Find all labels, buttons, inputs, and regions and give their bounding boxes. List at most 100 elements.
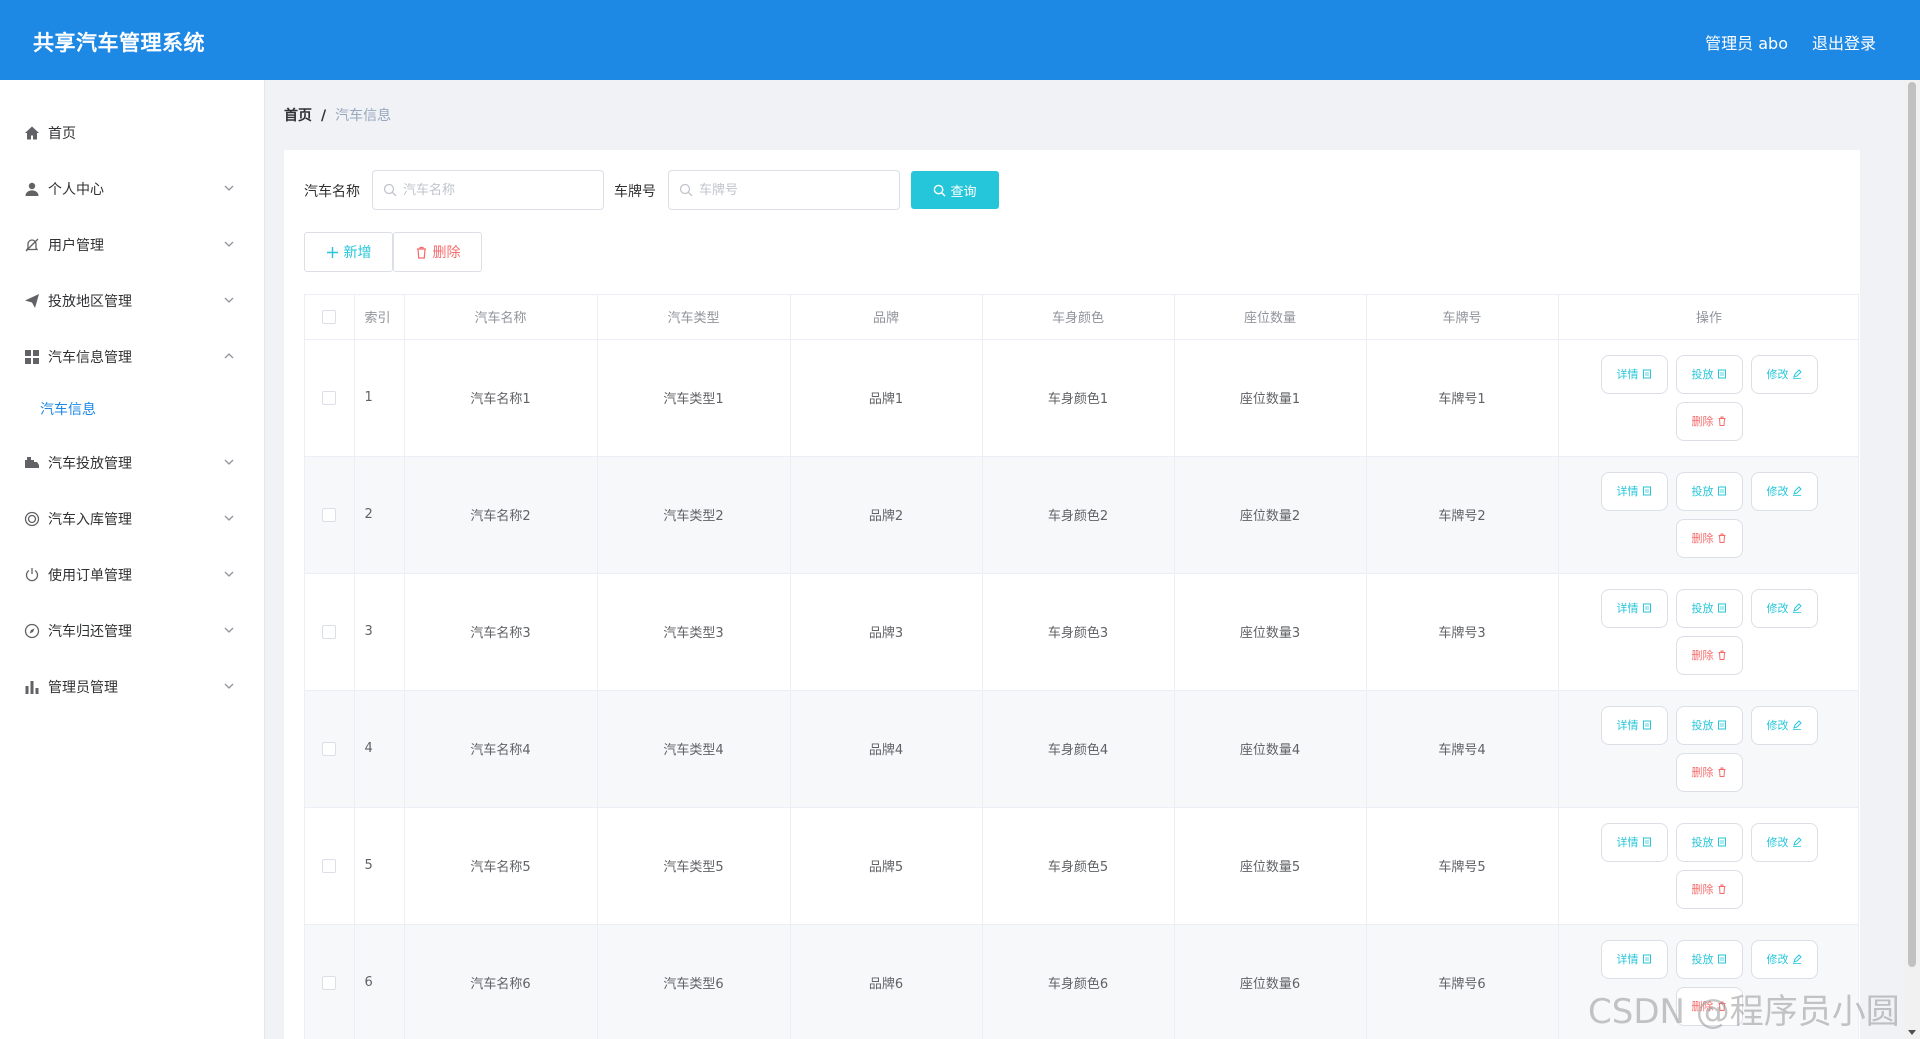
select-all-checkbox[interactable] <box>322 309 337 324</box>
sidebar-item-orders[interactable]: 使用订单管理 <box>0 550 265 600</box>
deploy-button[interactable]: 投放 <box>1675 705 1743 745</box>
document-icon <box>1642 720 1651 730</box>
cell-seats: 座位数量4 <box>1174 690 1367 808</box>
cell-seats: 座位数量6 <box>1174 924 1367 1039</box>
trash-icon <box>416 246 426 259</box>
cell-brand: 品牌1 <box>790 339 983 457</box>
chevron-down-icon <box>224 683 234 689</box>
edit-label: 修改 <box>1766 953 1789 966</box>
sidebar-item-car-storage[interactable]: 汽车入库管理 <box>0 494 265 544</box>
detail-button[interactable]: 详情 <box>1600 471 1668 511</box>
edit-button[interactable]: 修改 <box>1750 939 1818 979</box>
scroll-down-arrow[interactable] <box>1908 1030 1916 1035</box>
deploy-button[interactable]: 投放 <box>1675 939 1743 979</box>
table-row: 3 汽车名称3 汽车类型3 品牌3 车身颜色3 座位数量3 车牌号3 详情 投放 修改 删除 <box>305 573 1858 691</box>
sidebar-item-profile[interactable]: 个人中心 <box>0 164 265 214</box>
detail-button[interactable]: 详情 <box>1600 939 1668 979</box>
row-index: 5 <box>354 807 405 925</box>
sidebar-item-label: 用户管理 <box>48 238 104 254</box>
sidebar-item-regions[interactable]: 投放地区管理 <box>0 276 265 326</box>
detail-button[interactable]: 详情 <box>1600 588 1668 628</box>
sidebar-item-car-info-mgmt[interactable]: 汽车信息管理 <box>0 332 265 382</box>
car-info-table: 索引 汽车名称 汽车类型 品牌 车身颜色 座位数量 车牌号 操作 1 汽车名称1 汽… <box>304 294 1859 1039</box>
plate-input[interactable] <box>668 170 900 210</box>
edit-icon <box>1792 954 1802 964</box>
document-icon <box>1717 603 1726 613</box>
column-header: 汽车名称 <box>404 295 598 340</box>
detail-button[interactable]: 详情 <box>1600 705 1668 745</box>
row-delete-button[interactable]: 删除 <box>1675 869 1743 909</box>
batch-delete-button[interactable]: 删除 <box>393 232 482 272</box>
query-button[interactable]: 查询 <box>911 171 999 209</box>
row-delete-button[interactable]: 删除 <box>1675 401 1743 441</box>
cell-seats: 座位数量2 <box>1174 456 1367 574</box>
row-checkbox[interactable] <box>322 390 337 405</box>
deploy-label: 投放 <box>1691 953 1714 966</box>
cell-color: 车身颜色4 <box>982 690 1175 808</box>
deploy-label: 投放 <box>1691 602 1714 615</box>
row-index: 6 <box>354 924 405 1039</box>
edit-button[interactable]: 修改 <box>1750 471 1818 511</box>
deploy-button[interactable]: 投放 <box>1675 471 1743 511</box>
deploy-label: 投放 <box>1691 719 1714 732</box>
edit-icon <box>1792 720 1802 730</box>
row-delete-button[interactable]: 删除 <box>1675 752 1743 792</box>
sidebar-item-users[interactable]: 用户管理 <box>0 220 265 270</box>
home-icon <box>24 125 40 141</box>
row-actions: 详情 投放 修改 删除 <box>1558 573 1858 691</box>
row-actions: 详情 投放 修改 删除 <box>1558 456 1858 574</box>
deploy-button[interactable]: 投放 <box>1675 822 1743 862</box>
cell-name: 汽车名称6 <box>404 924 598 1039</box>
edit-label: 修改 <box>1766 836 1789 849</box>
row-checkbox[interactable] <box>322 624 337 639</box>
edit-button[interactable]: 修改 <box>1750 354 1818 394</box>
trash-icon <box>1718 416 1725 426</box>
bar-chart-icon <box>24 679 40 695</box>
deploy-button[interactable]: 投放 <box>1675 354 1743 394</box>
add-button[interactable]: 新增 <box>304 232 393 272</box>
row-delete-button[interactable]: 删除 <box>1675 518 1743 558</box>
row-select-cell <box>305 456 355 574</box>
cell-type: 汽车类型4 <box>597 690 791 808</box>
row-actions: 详情 投放 修改删除 <box>1558 924 1858 1039</box>
app-title: 共享汽车管理系统 <box>33 31 205 55</box>
sidebar-item-car-return[interactable]: 汽车归还管理 <box>0 606 265 656</box>
row-delete-button[interactable]: 删除 <box>1675 635 1743 675</box>
compass-icon <box>24 623 40 639</box>
chevron-down-icon <box>224 459 234 465</box>
row-checkbox[interactable] <box>322 507 337 522</box>
row-select-cell <box>305 339 355 457</box>
sidebar-item-car-deploy[interactable]: 汽车投放管理 <box>0 438 265 488</box>
row-checkbox[interactable] <box>322 741 337 756</box>
detail-button[interactable]: 详情 <box>1600 354 1668 394</box>
sidebar-item-label: 使用订单管理 <box>48 568 132 584</box>
sidebar-item-label: 个人中心 <box>48 182 104 198</box>
table-row: 2 汽车名称2 汽车类型2 品牌2 车身颜色2 座位数量2 车牌号2 详情 投放 修改 删除 <box>305 456 1858 574</box>
add-button-label: 新增 <box>343 245 372 261</box>
edit-button[interactable]: 修改 <box>1750 588 1818 628</box>
page-scrollbar[interactable] <box>1904 80 1920 1039</box>
row-checkbox[interactable] <box>322 858 337 873</box>
cell-name: 汽车名称3 <box>404 573 598 691</box>
row-delete-button[interactable]: 删除 <box>1675 986 1743 1026</box>
row-checkbox[interactable] <box>322 975 337 990</box>
edit-button[interactable]: 修改 <box>1750 822 1818 862</box>
sidebar-subitem-car-info[interactable]: 汽车信息 <box>0 384 265 434</box>
edit-button[interactable]: 修改 <box>1750 705 1818 745</box>
sidebar-item-home[interactable]: 首页 <box>0 108 265 158</box>
delete-label: 删除 <box>1691 1000 1714 1013</box>
cell-brand: 品牌4 <box>790 690 983 808</box>
logout-link[interactable]: 退出登录 <box>1812 30 1876 54</box>
column-header: 品牌 <box>790 295 983 340</box>
car-name-input[interactable] <box>372 170 604 210</box>
scrollbar-thumb[interactable] <box>1908 82 1916 967</box>
breadcrumb-home[interactable]: 首页 <box>284 108 312 124</box>
sidebar-item-admins[interactable]: 管理员管理 <box>0 662 265 712</box>
deploy-label: 投放 <box>1691 485 1714 498</box>
deploy-button[interactable]: 投放 <box>1675 588 1743 628</box>
deploy-label: 投放 <box>1691 836 1714 849</box>
cell-plate: 车牌号1 <box>1366 339 1559 457</box>
detail-button[interactable]: 详情 <box>1600 822 1668 862</box>
power-icon <box>24 567 40 583</box>
delete-label: 删除 <box>1691 883 1714 896</box>
